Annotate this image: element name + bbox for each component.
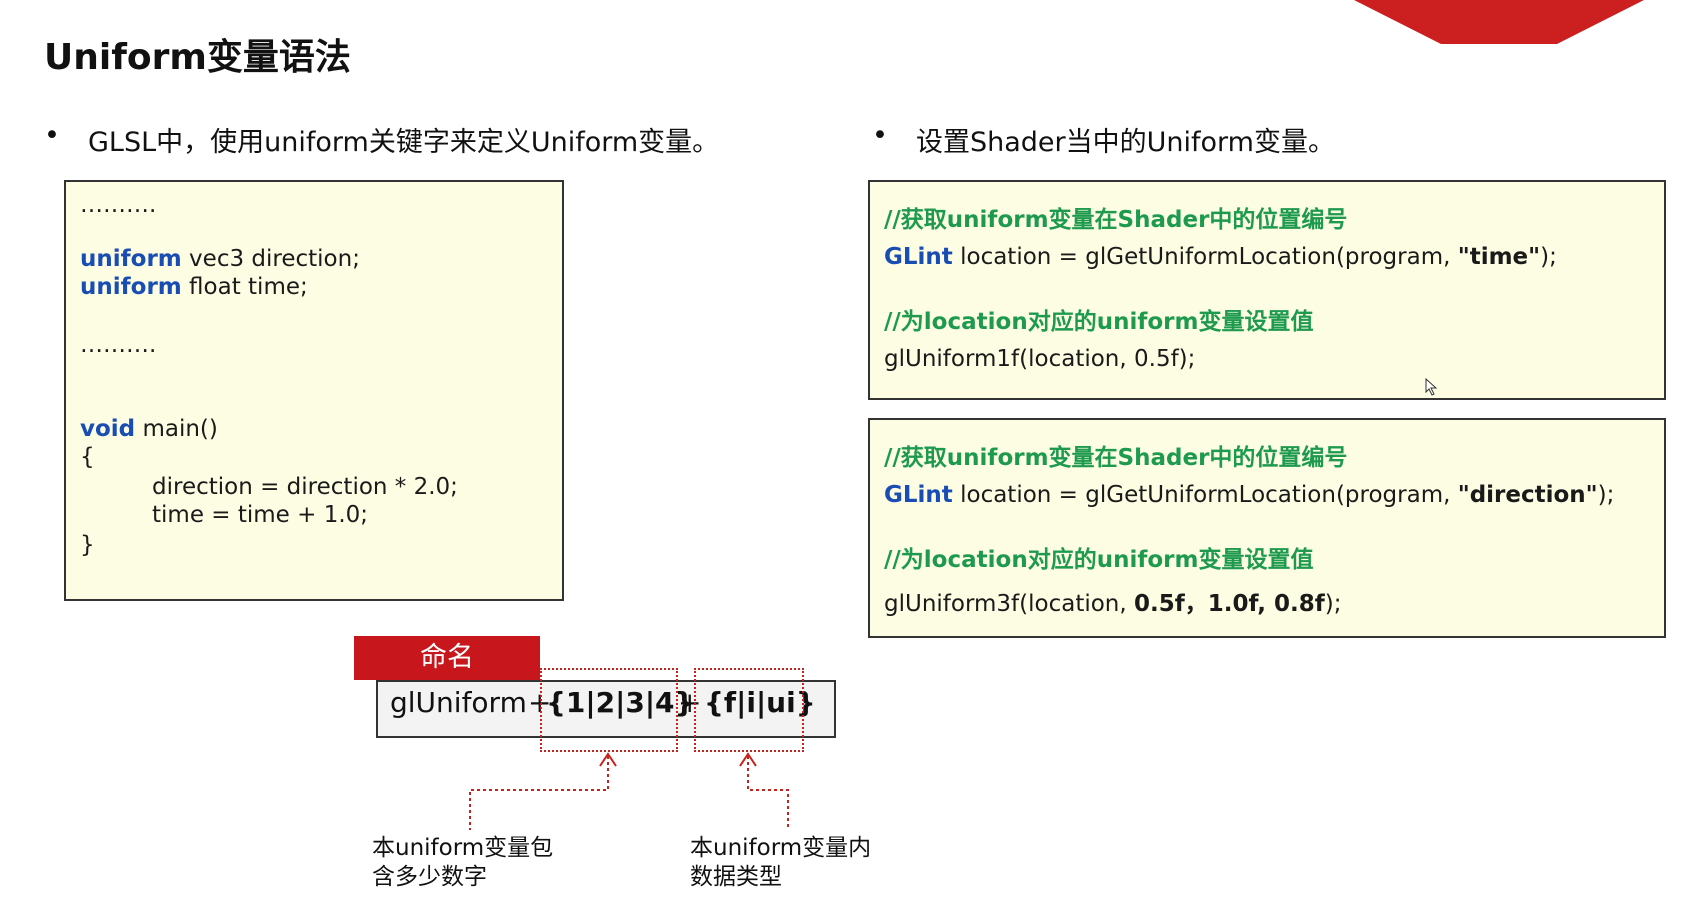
count-note: 本uniform变量包 含多少数字 xyxy=(372,834,553,892)
note-line: 本uniform变量包 xyxy=(372,835,554,861)
type-arrow-line xyxy=(747,756,789,830)
mouse-cursor-icon xyxy=(1425,378,1438,396)
count-arrow-line xyxy=(469,756,609,830)
type-note: 本uniform变量内 数据类型 xyxy=(690,834,871,892)
note-line: 本uniform变量内 xyxy=(690,835,872,861)
note-line: 数据类型 xyxy=(690,864,782,890)
note-line: 含多少数字 xyxy=(372,864,487,890)
annotation-arrows xyxy=(469,752,789,830)
